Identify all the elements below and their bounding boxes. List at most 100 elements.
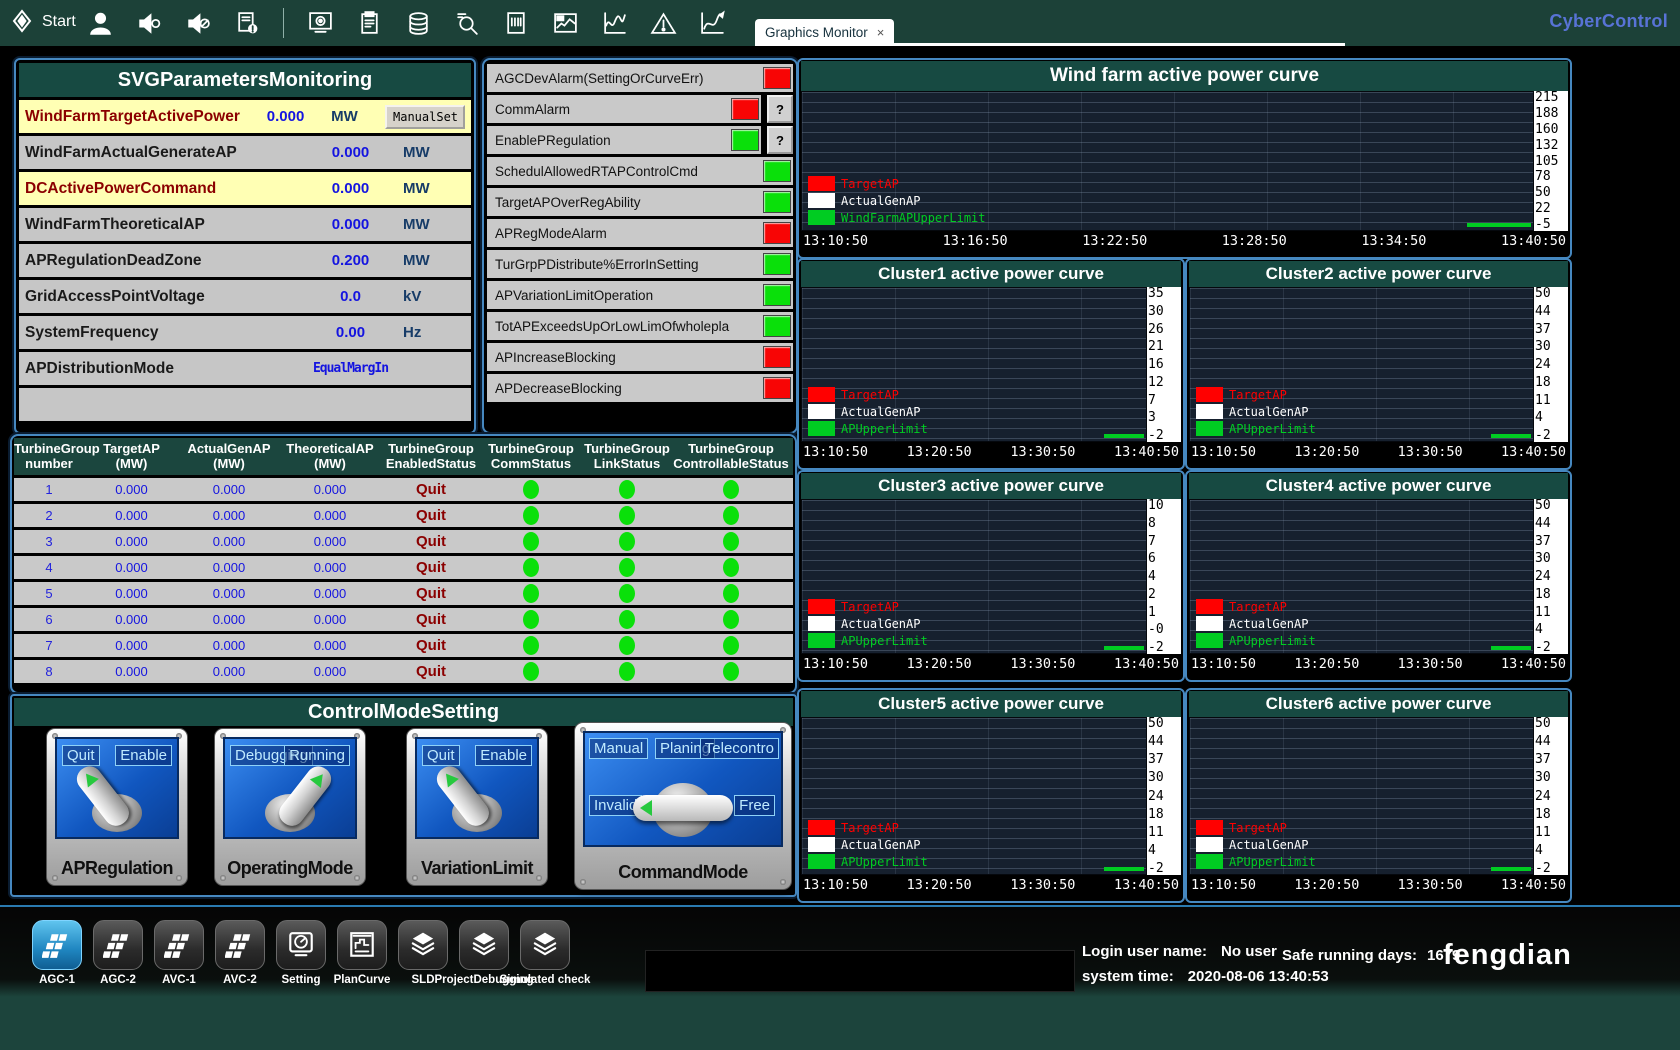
system-time-value: 2020-08-06 13:40:53	[1188, 968, 1329, 985]
chart-title: Cluster5 active power curve	[801, 691, 1181, 717]
chart-cluster6: Cluster6 active power curveTargetAPActua…	[1185, 688, 1572, 903]
switch-operatingmode[interactable]: DebuggingRunningOperatingMode	[214, 728, 366, 886]
document-code-icon[interactable]	[502, 9, 530, 37]
login-user-value: No user	[1221, 943, 1277, 960]
turbine-number: 5	[14, 586, 84, 601]
command-input[interactable]	[645, 950, 1075, 992]
dock-item-label: PlanCurve	[334, 974, 391, 986]
rocker-lever[interactable]	[633, 795, 733, 821]
actual-gen-ap-value: 0.000	[179, 482, 279, 497]
y-tick: -0	[1148, 623, 1180, 636]
dock-item-avc-2[interactable]: AVC-2	[216, 920, 264, 986]
command-option-free: Free	[734, 795, 775, 816]
header-line: EnabledStatus	[381, 457, 481, 472]
chart-y-axis: 504437302418114-2	[1534, 499, 1568, 654]
switch-variationlimit[interactable]: QuitEnableVariationLimit	[406, 728, 548, 886]
chart-plot: TargetAPActualGenAPWindFarmAPUpperLimit	[801, 91, 1534, 231]
y-tick: 3	[1148, 411, 1180, 424]
legend-label: TargetAP	[841, 388, 899, 402]
y-tick: 215	[1535, 91, 1567, 104]
legend-item: ActualGenAP	[808, 837, 928, 852]
turbine-number: 4	[14, 560, 84, 575]
chart-x-axis: 13:10:5013:20:5013:30:5013:40:50	[799, 654, 1183, 672]
param-value: 0.00	[298, 324, 403, 341]
system-message-icon[interactable]	[233, 9, 261, 37]
y-tick: 4	[1535, 623, 1567, 636]
y-tick: -2	[1535, 641, 1567, 654]
dock-item-setting[interactable]: Setting	[277, 920, 325, 986]
param-unit: MW	[403, 216, 465, 233]
legend-item: APUpperLimit	[1196, 633, 1316, 648]
box-3d-icon	[520, 920, 570, 970]
alarm-indicator-red	[763, 346, 791, 368]
comm-status-dot	[523, 506, 539, 525]
alarm-warning-icon[interactable]	[649, 9, 677, 37]
solar-panel-icon	[93, 920, 143, 970]
controllable-status-dot	[723, 558, 739, 577]
param-label: APDistributionMode	[25, 360, 298, 378]
header-line: TurbineGroup	[673, 442, 789, 457]
x-tick: 13:10:50	[803, 233, 868, 249]
y-tick: 37	[1535, 323, 1567, 336]
speaker-mute-icon[interactable]	[184, 9, 212, 37]
y-tick: 50	[1535, 287, 1567, 300]
chart-plot: TargetAPActualGenAPAPUpperLimit	[801, 499, 1147, 654]
dock-item-avc-1[interactable]: AVC-1	[155, 920, 203, 986]
tab-close-icon[interactable]: ×	[877, 25, 885, 40]
header-line: (MW)	[84, 457, 179, 472]
status-cell	[481, 558, 581, 577]
trend-chart-icon[interactable]	[551, 9, 579, 37]
param-row: WindFarmActualGenerateAP0.000MW	[19, 136, 471, 169]
curve-analysis-icon[interactable]	[600, 9, 628, 37]
chart-y-axis: 504437302418114-2	[1534, 717, 1568, 875]
y-tick: 11	[1535, 606, 1567, 619]
chart-plot: TargetAPActualGenAPAPUpperLimit	[801, 287, 1147, 442]
y-tick: 24	[1535, 790, 1567, 803]
status-cell	[673, 662, 789, 681]
alarm-label: AGCDevAlarm(SettingOrCurveErr)	[495, 71, 763, 86]
speaker-alert-icon[interactable]	[135, 9, 163, 37]
alarm-help-button[interactable]: ?	[767, 126, 793, 154]
start-button[interactable]: Start	[8, 8, 76, 36]
monitor-view-icon[interactable]	[306, 9, 334, 37]
search-icon[interactable]	[453, 9, 481, 37]
dock-item-agc-1[interactable]: AGC-1	[33, 920, 81, 986]
legend-label: WindFarmAPUpperLimit	[841, 211, 986, 225]
manual-set-button[interactable]: ManualSet	[385, 105, 465, 129]
header-line: TurbineGroup	[581, 442, 673, 457]
dock-item-agc-2[interactable]: AGC-2	[94, 920, 142, 986]
y-tick: 30	[1148, 305, 1180, 318]
alarm-help-button[interactable]: ?	[767, 95, 793, 123]
alarm-panel: AGCDevAlarm(SettingOrCurveErr)CommAlarm?…	[482, 58, 798, 434]
user-icon[interactable]	[86, 9, 114, 37]
alarm-row: TotAPExceedsUpOrLowLimOfwholepla	[487, 312, 793, 340]
comm-status-dot	[523, 636, 539, 655]
legend-label: APUpperLimit	[1229, 422, 1316, 436]
signal-analysis-icon[interactable]	[698, 9, 726, 37]
dock-item-simulated-check[interactable]: Simulated check	[521, 920, 569, 986]
switch-commandmode[interactable]: ManualPlaningTelecontroInvalidFreeComman…	[574, 722, 792, 890]
x-tick: 13:20:50	[907, 877, 972, 893]
target-ap-value: 0.000	[84, 534, 179, 549]
legend-item: ActualGenAP	[1196, 404, 1316, 419]
dock-item-plancurve[interactable]: PlanCurve	[338, 920, 386, 986]
x-tick: 13:22:50	[1082, 233, 1147, 249]
alarm-indicator-green	[763, 315, 791, 337]
legend-item: WindFarmAPUpperLimit	[808, 210, 986, 225]
database-icon[interactable]	[404, 9, 432, 37]
top-toolbar: Start Graphics Monitor × CyberControl	[0, 0, 1680, 46]
legend-label: ActualGenAP	[1229, 617, 1308, 631]
link-status-dot	[619, 480, 635, 499]
chart-plot: TargetAPActualGenAPAPUpperLimit	[801, 717, 1147, 875]
chart-title: Cluster6 active power curve	[1189, 691, 1568, 717]
report-icon[interactable]	[355, 9, 383, 37]
switch-screen: QuitEnable	[55, 737, 179, 839]
dock-item-label: AGC-2	[100, 974, 136, 986]
alarm-label: TargetAPOverRegAbility	[495, 195, 763, 210]
y-tick: 6	[1148, 552, 1180, 565]
switch-apregulation[interactable]: QuitEnableAPRegulation	[46, 728, 188, 886]
legend-label: TargetAP	[841, 177, 899, 191]
alarm-row-body: APVariationLimitOperation	[487, 281, 793, 309]
comm-status-dot	[523, 480, 539, 499]
tab-graphics-monitor[interactable]: Graphics Monitor ×	[755, 19, 894, 46]
